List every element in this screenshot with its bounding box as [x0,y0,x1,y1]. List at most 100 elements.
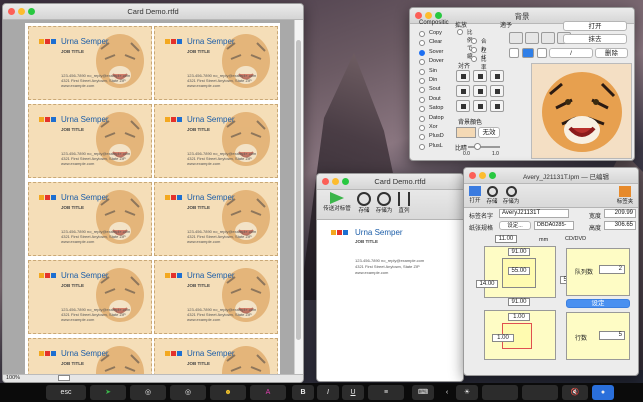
doc-icon[interactable] [537,48,547,58]
siri-icon[interactable]: ● [592,385,614,400]
align-button-6[interactable] [456,100,470,112]
card-canvas[interactable]: Urna Semper JOB TITLE 123-456-7890 no_re… [317,220,463,381]
title-bar[interactable]: Avery_J21131T.lpm — 已编辑 [464,168,638,184]
open-button[interactable]: 打开 [467,186,483,204]
align-button-1[interactable] [473,70,487,82]
fit-option-1[interactable] [509,32,523,44]
save-as-icon[interactable]: ◎ [170,385,206,400]
label-folder-button[interactable]: 标签夹 [614,186,636,205]
card-preview-window: Card Demo.rtfd 传送对标管 存储 存储为 直列 Urna Semp… [316,173,464,382]
align-button-5[interactable] [490,85,504,97]
align-icon[interactable]: ≡ [368,385,404,400]
erase-button[interactable]: 抹去 [563,34,627,44]
save-as-button[interactable]: 存储为 [501,186,521,205]
toolbar: 打开 存储 存储为 标签夹 [464,184,638,208]
card-name: Urna Semper [355,228,403,237]
volume-slider[interactable] [522,385,558,400]
close-button[interactable] [322,178,329,185]
business-card[interactable]: Urna SemperJOB TITLE123-456-7890 no_repl… [28,26,152,100]
esc-key[interactable]: esc [46,385,86,400]
fit-option-2[interactable] [525,32,539,44]
open-button[interactable]: 打开 [563,21,627,31]
minimize-button[interactable] [479,172,486,179]
card-name: Urna Semper [187,37,235,46]
card-name: Urna Semper [61,271,109,280]
tiger-watermark [96,346,144,376]
align-button-3[interactable] [456,85,470,97]
title-bar[interactable]: Card Demo.rtfd [317,174,463,190]
image-icon[interactable] [522,48,534,58]
label-name-field[interactable]: AveryJ21131T [499,209,569,218]
business-card[interactable]: Urna SemperJOB TITLE123-456-7890 no_repl… [28,104,152,178]
title-bar[interactable]: Card Demo.rtfd [3,4,303,20]
background-preview [531,63,632,159]
new-icon[interactable] [509,48,519,58]
cols-field[interactable]: 2 [599,265,625,274]
delete-button[interactable]: 删除 [595,48,628,58]
vertical-gap-field[interactable]: 1.00 [508,313,530,321]
card-job: JOB TITLE [187,283,211,288]
slash-field[interactable]: / [549,48,593,58]
business-card[interactable]: Urna SemperJOB TITLE123-456-7890 no_repl… [154,26,278,100]
label-page[interactable]: Urna Semper JOB TITLE 123-456-7890 no_repl… [25,23,280,376]
business-card[interactable]: Urna SemperJOB TITLE123-456-7890 no_repl… [28,260,152,334]
business-card[interactable]: Urna SemperJOB TITLE123-456-7890 no_repl… [154,338,278,376]
none-button[interactable]: 无效 [478,127,500,138]
mute-icon[interactable]: 🔇 [562,385,588,400]
document-canvas[interactable]: Urna Semper JOB TITLE 123-456-7890 no_repl… [3,20,296,376]
vertical-button[interactable]: 直列 [394,192,414,214]
align-button-0[interactable] [456,70,470,82]
brightness-icon[interactable]: ☀ [456,385,478,400]
fit-option-3[interactable] [541,32,555,44]
ratio-slider[interactable] [468,146,500,148]
height-field[interactable]: 306.65 [604,221,636,230]
font-color-icon[interactable]: A [250,385,286,400]
scroll-thumb[interactable] [296,40,301,340]
paper-size-field[interactable]: DBDA0285- [534,221,574,230]
pitch-width-field[interactable]: 91.00 [508,298,530,306]
send-icon[interactable]: ➤ [90,385,126,400]
set-button[interactable]: 设定 [566,299,630,308]
ratio-slider-thumb[interactable] [474,143,481,150]
zoom-level[interactable]: 100% [6,375,20,381]
bgcolor-swatch[interactable] [456,127,476,138]
label-inner-width-field[interactable]: 55.00 [508,267,530,275]
business-card[interactable]: Urna SemperJOB TITLE123-456-7890 no_repl… [154,104,278,178]
paper-setup-button[interactable]: 设定... [499,221,531,230]
align-button-2[interactable] [490,70,504,82]
italic-button[interactable]: I [317,385,339,400]
keyboard-icon[interactable]: ⌨ [412,385,434,400]
rows-field[interactable]: 5 [599,331,625,340]
page-field[interactable] [58,375,70,381]
card-address: 4321 First Street Anytown, State ZIP [355,264,420,269]
send-button[interactable]: 传送对标管 [320,192,354,212]
brightness-slider[interactable] [482,385,518,400]
business-card[interactable]: Urna SemperJOB TITLE123-456-7890 no_repl… [154,260,278,334]
vertical-scrollbar[interactable] [294,20,303,376]
card-name: Urna Semper [187,193,235,202]
business-card[interactable]: Urna SemperJOB TITLE123-456-7890 no_repl… [28,338,152,376]
save-button[interactable]: 存储 [484,186,500,205]
horizontal-gap-field[interactable]: 1.00 [492,334,514,342]
card-web: www.example.com [61,239,95,244]
touch-bar: esc ➤ ◎ ◎ ☻ A B I U ≡ ⌨ ‹ ☀ 🔇 ● [0,383,643,402]
align-button-8[interactable] [490,100,504,112]
bold-button[interactable]: B [292,385,314,400]
save-button[interactable]: 存储 [354,192,374,214]
toolbar: 传送对标管 存储 存储为 直列 [317,190,463,220]
emoji-icon[interactable]: ☻ [210,385,246,400]
card-job: JOB TITLE [61,205,85,210]
underline-button[interactable]: U [342,385,364,400]
align-button-4[interactable] [473,85,487,97]
close-button[interactable] [469,172,476,179]
save-as-button[interactable]: 存储为 [373,192,395,214]
business-card[interactable]: Urna SemperJOB TITLE123-456-7890 no_repl… [28,182,152,256]
label-width-field[interactable]: 91.00 [508,248,530,256]
left-margin-field[interactable]: 14.00 [476,280,498,288]
top-margin-field[interactable]: 11.00 [495,235,517,243]
chevron-left-icon[interactable]: ‹ [440,385,454,400]
align-button-7[interactable] [473,100,487,112]
business-card[interactable]: Urna SemperJOB TITLE123-456-7890 no_repl… [154,182,278,256]
save-icon[interactable]: ◎ [130,385,166,400]
width-field[interactable]: 209.99 [604,209,636,218]
